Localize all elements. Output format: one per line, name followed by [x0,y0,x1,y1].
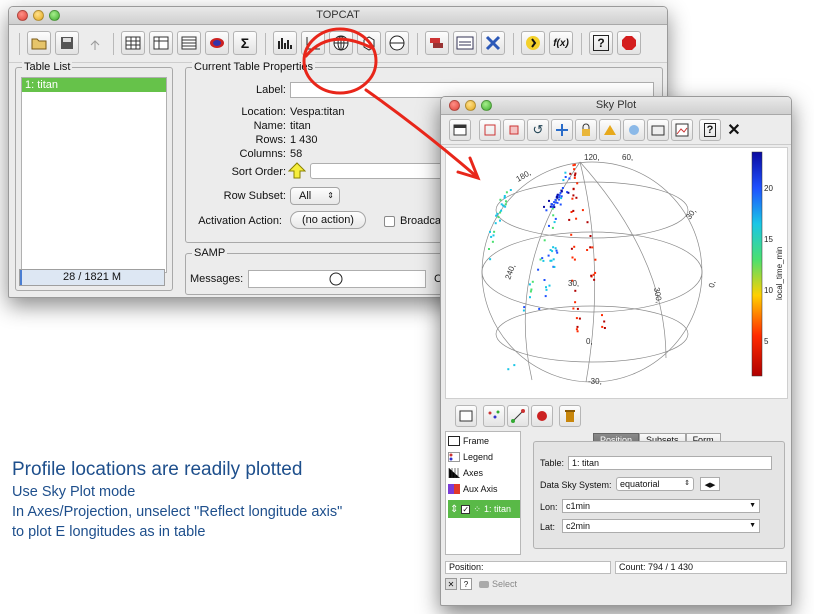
caption-line: Use Sky Plot mode [12,484,136,500]
red-arrow [364,88,481,181]
caption-heading: Profile locations are readily plotted [12,459,303,480]
caption-line: to plot E longitudes as in table [12,524,206,540]
caption-line: In Axes/Projection, unselect "Reflect lo… [12,504,343,520]
red-highlight-circle [302,27,378,95]
slide-caption: Profile locations are readily plotted Us… [12,458,342,542]
